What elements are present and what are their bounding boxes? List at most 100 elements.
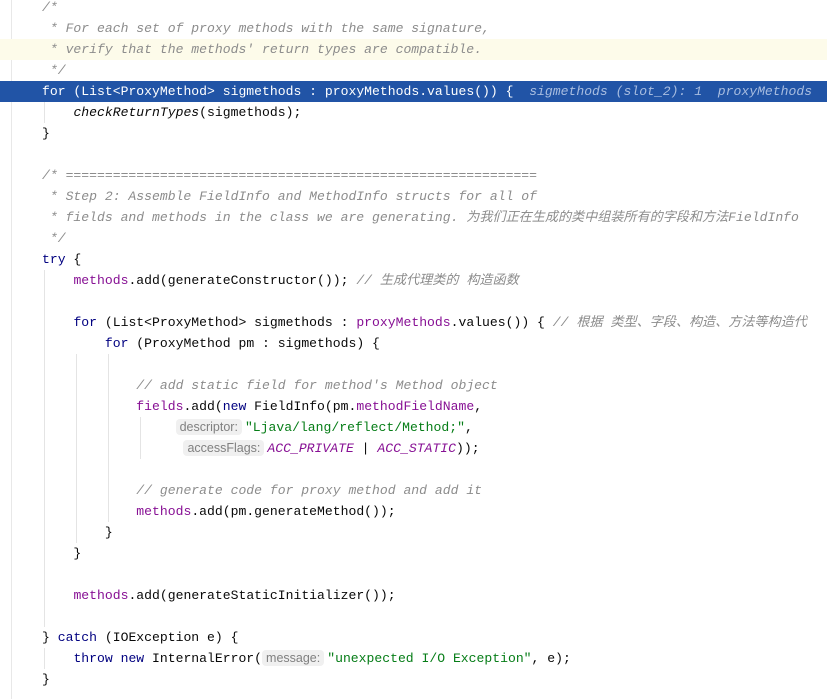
- code-line[interactable]: fields.add(new FieldInfo(pm.methodFieldN…: [0, 396, 827, 417]
- code-line[interactable]: */: [0, 60, 827, 81]
- code-token: .add(generateStaticInitializer());: [128, 588, 396, 603]
- code-token: checkReturnTypes: [73, 105, 200, 120]
- code-line[interactable]: [0, 564, 827, 585]
- code-token: (List<ProxyMethod> sigmethods :: [97, 315, 357, 330]
- code-token: fields: [136, 399, 184, 414]
- code-line[interactable]: * Step 2: Assemble FieldInfo and MethodI…: [0, 186, 827, 207]
- code-token: methods: [73, 273, 129, 288]
- code-line[interactable]: [0, 144, 827, 165]
- code-token: ACC_PRIVATE: [267, 441, 354, 456]
- code-token: * fields and methods in the class we are…: [42, 210, 799, 225]
- code-token: {: [65, 252, 82, 267]
- code-token: // generate code for proxy method and ad…: [136, 483, 483, 498]
- debug-inline-values: sigmethods (slot_2): 1 proxyMethods: [513, 84, 813, 99]
- code-token: methods: [136, 504, 192, 519]
- code-token: .add(pm.generateMethod());: [191, 504, 396, 519]
- code-token: (sigmethods);: [199, 105, 302, 120]
- code-token: * Step 2: Assemble FieldInfo and MethodI…: [42, 189, 538, 204]
- code-token: // 根据 类型、字段、构造、方法等构造代: [552, 315, 807, 330]
- code-token: catch: [57, 630, 98, 645]
- code-token: /* =====================================…: [42, 168, 538, 183]
- code-token: }: [42, 525, 113, 540]
- code-line[interactable]: methods.add(generateStaticInitializer())…: [0, 585, 827, 606]
- code-token: ));: [455, 441, 480, 456]
- code-token: }: [42, 546, 82, 561]
- code-token: for: [73, 315, 98, 330]
- code-token: |: [353, 441, 378, 456]
- parameter-hint: message:: [262, 650, 325, 666]
- code-line[interactable]: try {: [0, 249, 827, 270]
- code-line[interactable]: }: [0, 543, 827, 564]
- code-line[interactable]: accessFlags: ACC_PRIVATE | ACC_STATIC));: [0, 438, 827, 459]
- code-token: , e);: [531, 651, 571, 666]
- code-line[interactable]: /* =====================================…: [0, 165, 827, 186]
- code-token: .values()) {: [419, 84, 514, 99]
- code-line[interactable]: }: [0, 669, 827, 690]
- code-line[interactable]: for (List<ProxyMethod> sigmethods : prox…: [0, 312, 827, 333]
- code-token: for: [42, 84, 66, 99]
- code-token: .values()) {: [450, 315, 553, 330]
- code-token: // 生成代理类的 构造函数: [356, 273, 519, 288]
- code-token: }: [42, 126, 50, 141]
- current-execution-line[interactable]: for (List<ProxyMethod> sigmethods : prox…: [0, 81, 827, 102]
- code-line[interactable]: [0, 291, 827, 312]
- code-line[interactable]: }: [0, 522, 827, 543]
- code-line[interactable]: methods.add(generateConstructor()); // 生…: [0, 270, 827, 291]
- code-line[interactable]: for (ProxyMethod pm : sigmethods) {: [0, 333, 827, 354]
- code-token: "unexpected I/O Exception": [327, 651, 532, 666]
- code-token: proxyMethods: [356, 315, 451, 330]
- code-line[interactable]: throw new InternalError(message: "unexpec…: [0, 648, 827, 669]
- code-token: (ProxyMethod pm : sigmethods) {: [128, 336, 380, 351]
- code-token: * verify that the methods' return types …: [42, 42, 483, 57]
- code-token: /*: [42, 0, 58, 15]
- code-token: proxyMethods: [324, 84, 420, 99]
- parameter-hint: accessFlags:: [183, 440, 265, 456]
- code-line[interactable]: * For each set of proxy methods with the…: [0, 18, 827, 39]
- code-token: "Ljava/lang/reflect/Method;": [244, 420, 465, 435]
- code-token: (IOException e) {: [97, 630, 239, 645]
- code-token: */: [42, 63, 66, 78]
- code-line[interactable]: checkReturnTypes(sigmethods);: [0, 102, 827, 123]
- code-line[interactable]: methods.add(pm.generateMethod());: [0, 501, 827, 522]
- code-token: }: [42, 672, 50, 687]
- code-line[interactable]: */: [0, 228, 827, 249]
- code-line[interactable]: * verify that the methods' return types …: [0, 39, 827, 60]
- code-line[interactable]: /*: [0, 0, 827, 18]
- code-token: methods: [73, 588, 129, 603]
- code-line[interactable]: descriptor: "Ljava/lang/reflect/Method;",: [0, 417, 827, 438]
- parameter-hint: descriptor:: [175, 419, 242, 435]
- code-line[interactable]: [0, 459, 827, 480]
- code-token: ACC_STATIC: [377, 441, 456, 456]
- code-token: }: [42, 630, 58, 645]
- code-token: for: [104, 336, 129, 351]
- code-token: * For each set of proxy methods with the…: [42, 21, 490, 36]
- code-token: .add(generateConstructor());: [128, 273, 357, 288]
- code-line[interactable]: // add static field for method's Method …: [0, 375, 827, 396]
- code-token: (List<ProxyMethod> sigmethods :: [65, 84, 325, 99]
- code-token: // add static field for method's Method …: [136, 378, 498, 393]
- code-line[interactable]: }: [0, 123, 827, 144]
- code-token: try: [42, 252, 66, 267]
- code-token: new: [222, 399, 247, 414]
- code-line[interactable]: // generate code for proxy method and ad…: [0, 480, 827, 501]
- code-line[interactable]: * fields and methods in the class we are…: [0, 207, 827, 228]
- code-token: methodFieldName: [356, 399, 475, 414]
- code-line[interactable]: [0, 606, 827, 627]
- code-token: throw new: [73, 651, 145, 666]
- code-line[interactable]: [0, 354, 827, 375]
- code-line[interactable]: } catch (IOException e) {: [0, 627, 827, 648]
- code-token: ,: [464, 420, 473, 435]
- code-token: InternalError(: [144, 651, 263, 666]
- code-token: .add(: [183, 399, 223, 414]
